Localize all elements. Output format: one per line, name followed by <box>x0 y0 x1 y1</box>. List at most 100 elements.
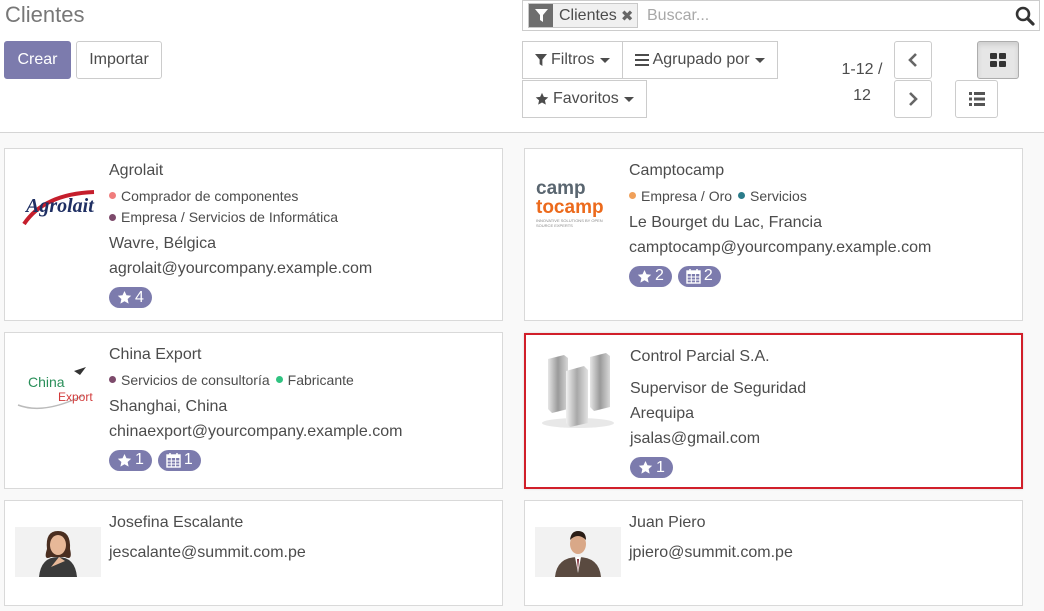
contact-photo <box>15 527 101 577</box>
kanban-card-juan-piero[interactable]: Juan Piero jpiero@summit.com.pe <box>524 500 1023 606</box>
badge-count: 1 <box>183 451 193 468</box>
star-icon <box>117 290 132 304</box>
badge-count: 1 <box>135 451 144 468</box>
card-location: Le Bourget du Lac, Francia <box>629 213 823 231</box>
search-options: Filtros Agrupado por <box>522 41 778 79</box>
company-logo: Agrolait <box>13 169 101 239</box>
card-location: Arequipa <box>630 405 695 422</box>
badge-count: 1 <box>656 458 665 476</box>
card-title[interactable]: Camptocamp <box>629 161 1014 181</box>
tag: Servicios de consultoría <box>109 370 270 390</box>
card-title[interactable]: Control Parcial S.A. <box>630 347 1013 367</box>
kanban-view-button[interactable] <box>977 41 1019 79</box>
activity-badge[interactable]: 1 <box>109 449 152 471</box>
filters-dropdown[interactable]: Filtros <box>522 41 623 79</box>
tag: Servicios <box>738 186 807 206</box>
pager-next-button[interactable] <box>894 80 932 118</box>
card-job-title: Supervisor de Seguridad <box>630 380 807 397</box>
card-email: agrolait@yourcompany.example.com <box>109 260 373 277</box>
logo-text: China <box>28 374 65 390</box>
card-title[interactable]: China Export <box>109 345 494 365</box>
kanban-card-control-parcial[interactable]: Control Parcial S.A. Supervisor de Segur… <box>524 333 1023 489</box>
card-email: camptocamp@yourcompany.example.com <box>629 238 932 256</box>
caret-down-icon <box>754 57 765 63</box>
kanban-card-camptocamp[interactable]: camp tocamp INNOVATIVE SOLUTIONS BY OPEN… <box>524 148 1023 321</box>
star-icon <box>637 269 652 283</box>
control-panel: Clientes Crear Importar Clientes ✖ Filtr… <box>0 0 1044 133</box>
card-title[interactable]: Agrolait <box>109 161 494 181</box>
tag: Empresa / Servicios de Informática <box>109 207 338 227</box>
search-input[interactable] <box>647 3 1007 28</box>
tag: Comprador de componentes <box>109 186 298 206</box>
activity-badge[interactable]: 1 <box>630 457 673 478</box>
calendar-icon <box>166 452 181 468</box>
company-logo: China Export <box>13 355 101 425</box>
tag-label: Servicios <box>750 187 807 204</box>
caret-down-icon <box>599 57 610 63</box>
pager-value[interactable]: 1-12 / 12 <box>836 57 888 109</box>
tag-color-dot <box>738 192 746 199</box>
tag-label: Empresa / Oro <box>641 187 733 204</box>
facet-remove-icon[interactable]: ✖ <box>621 7 638 25</box>
star-icon <box>117 453 132 467</box>
tag-color-dot <box>109 376 116 383</box>
group-by-label: Agrupado por <box>652 51 750 68</box>
search-bar: Clientes ✖ <box>522 0 1040 31</box>
tag-label: Empresa / Servicios de Informática <box>121 209 339 225</box>
logo-text: Agrolait <box>24 195 95 217</box>
calendar-icon <box>686 268 701 284</box>
chevron-left-icon <box>908 53 917 67</box>
list-view-button[interactable] <box>955 80 998 118</box>
company-image <box>534 349 622 429</box>
chevron-right-icon <box>909 92 918 106</box>
card-location: Shanghai, China <box>109 397 228 415</box>
badge-count: 2 <box>655 267 664 284</box>
filters-label: Filtros <box>551 51 595 68</box>
search-icon[interactable] <box>1015 6 1035 31</box>
tag: Fabricante <box>275 370 354 390</box>
favorites-group: Favoritos <box>522 80 647 118</box>
card-email: jescalante@summit.com.pe <box>109 544 306 561</box>
page-title: Clientes <box>5 2 85 27</box>
buildings-icon <box>542 353 614 428</box>
tag-color-dot <box>109 213 116 221</box>
card-email: jsalas@gmail.com <box>630 430 761 447</box>
card-email: chinaexport@yourcompany.example.com <box>109 422 403 440</box>
card-location: Wavre, Bélgica <box>109 235 216 252</box>
search-facet[interactable]: Clientes ✖ <box>528 3 639 28</box>
logo-text: Export <box>58 390 93 404</box>
activity-badge[interactable]: 2 <box>629 265 672 287</box>
tag-label: Comprador de componentes <box>121 187 299 204</box>
caret-down-icon <box>623 96 634 102</box>
card-title[interactable]: Josefina Escalante <box>109 513 494 533</box>
company-logo: camp tocamp INNOVATIVE SOLUTIONS BY OPEN… <box>533 169 621 239</box>
card-title[interactable]: Juan Piero <box>629 513 1014 533</box>
group-by-dropdown[interactable]: Agrupado por <box>622 41 778 79</box>
kanban-icon <box>990 53 1006 67</box>
tag-label: Servicios de consultoría <box>121 371 270 388</box>
badge-count: 2 <box>703 267 713 284</box>
activity-badge[interactable]: 4 <box>109 287 152 308</box>
meetings-badge[interactable]: 2 <box>677 265 721 287</box>
kanban-card-josefina-escalante[interactable]: Josefina Escalante jescalante@summit.com… <box>4 500 503 606</box>
filter-icon <box>535 54 547 66</box>
create-button[interactable]: Crear <box>4 41 71 79</box>
avatar <box>535 527 621 577</box>
tag-color-dot <box>109 192 116 199</box>
bars-icon <box>634 54 649 66</box>
favorites-label: Favoritos <box>553 90 619 107</box>
star-icon <box>535 92 549 105</box>
star-icon <box>638 460 653 474</box>
import-button[interactable]: Importar <box>76 41 162 79</box>
tag-color-dot <box>629 192 636 199</box>
tag-color-dot <box>275 376 283 383</box>
kanban-card-agrolait[interactable]: Agrolait Agrolait Comprador de component… <box>4 148 503 321</box>
meetings-badge[interactable]: 1 <box>157 449 201 471</box>
badge-count: 4 <box>135 288 144 306</box>
logo-tagline: INNOVATIVE SOLUTIONS BY OPEN SOURCE EXPE… <box>536 218 603 228</box>
favorites-dropdown[interactable]: Favoritos <box>522 80 647 118</box>
contact-photo <box>535 527 621 577</box>
logo-text: camp <box>536 178 586 199</box>
pager-previous-button[interactable] <box>894 41 932 79</box>
kanban-card-china-export[interactable]: China Export China Export Servicios de c… <box>4 332 503 489</box>
